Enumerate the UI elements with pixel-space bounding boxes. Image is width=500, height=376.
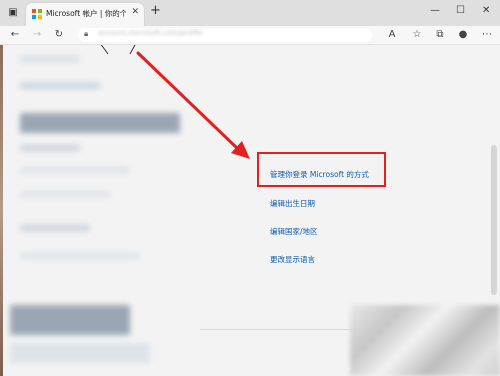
edit-birthdate-link[interactable]: 编辑出生日期: [270, 198, 315, 209]
browser-toolbar: ← → ↻ 🔒︎ account.microsoft.com/profile A…: [0, 26, 500, 45]
collections-icon[interactable]: ⧉: [433, 28, 447, 42]
tab-title: Microsoft 帐户 | 你的个人档案 | Mi...: [46, 9, 126, 18]
lock-icon: 🔒︎: [84, 29, 89, 38]
new-tab-button[interactable]: +: [150, 3, 161, 18]
page-content: 管理你登录 Microsoft 的方式 编辑出生日期 编辑国家/地区 更改显示语…: [0, 45, 500, 376]
window-edge: [0, 45, 3, 376]
edit-country-link[interactable]: 编辑国家/地区: [270, 226, 318, 237]
change-language-link[interactable]: 更改显示语言: [270, 254, 315, 265]
blurred-image: [350, 305, 500, 376]
back-arrow-icon[interactable]: ←: [8, 28, 22, 42]
highlight-box: [257, 152, 386, 187]
read-aloud-icon[interactable]: A: [385, 28, 399, 42]
tab-actions-icon[interactable]: ▣: [5, 5, 21, 21]
close-window-button[interactable]: ✕: [482, 5, 490, 16]
favorites-icon[interactable]: ☆: [410, 28, 424, 42]
forward-arrow-icon[interactable]: →: [30, 28, 44, 42]
minimize-button[interactable]: —: [430, 5, 440, 16]
browser-tab[interactable]: Microsoft 帐户 | 你的个人档案 | Mi... ✕: [26, 3, 144, 26]
address-bar[interactable]: 🔒︎ account.microsoft.com/profile: [78, 28, 372, 42]
address-text: account.microsoft.com/profile: [98, 29, 203, 37]
more-icon[interactable]: ⋯: [480, 28, 494, 42]
tab-strip: ▣ Microsoft 帐户 | 你的个人档案 | Mi... ✕ + — ☐ …: [0, 0, 500, 26]
tab-close-icon[interactable]: ✕: [131, 7, 139, 17]
maximize-button[interactable]: ☐: [456, 5, 465, 16]
refresh-icon[interactable]: ↻: [52, 28, 66, 42]
profile-icon[interactable]: ●: [456, 28, 470, 42]
microsoft-logo-icon: [32, 9, 42, 19]
